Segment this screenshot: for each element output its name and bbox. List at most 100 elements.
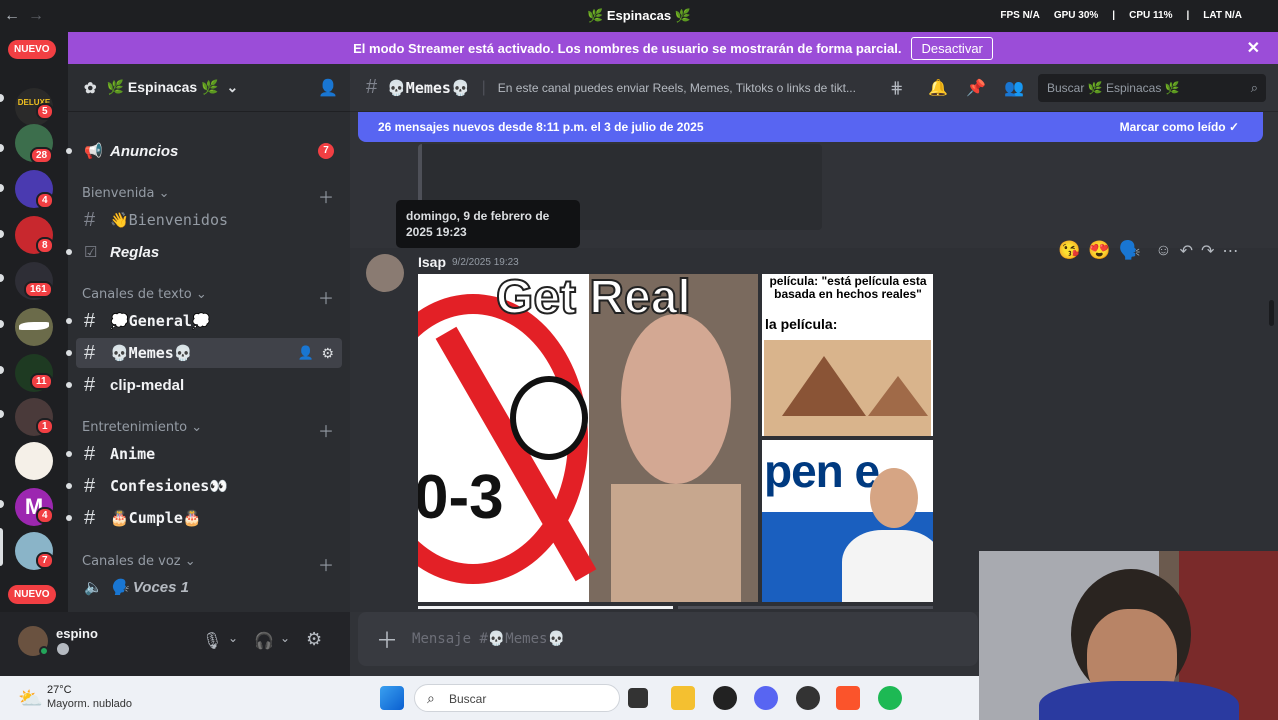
- channel-memes[interactable]: # 💀Memes💀 👤 ⚙: [66, 338, 342, 368]
- close-icon[interactable]: ✕: [1247, 38, 1260, 58]
- reaction-kiss[interactable]: 😘: [1058, 240, 1080, 261]
- category-entretenimiento[interactable]: Entretenimiento ⌄: [82, 420, 202, 435]
- channel-anime[interactable]: # Anime: [66, 439, 342, 469]
- hash-icon: #: [366, 76, 378, 98]
- app-icon[interactable]: [713, 686, 737, 710]
- custom-status-icon: [57, 643, 69, 655]
- category-voz[interactable]: Canales de voz ⌄: [82, 554, 196, 569]
- scrollbar[interactable]: [1269, 300, 1274, 326]
- reaction-heart-eyes[interactable]: 😍: [1088, 240, 1110, 261]
- spotify-icon[interactable]: [878, 686, 902, 710]
- timestamp-tooltip: domingo, 9 de febrero de 2025 19:23: [396, 200, 580, 248]
- status-online-icon: [39, 646, 49, 656]
- gpu-value: 30%: [1078, 10, 1099, 21]
- message-composer[interactable]: ＋ Mensaje #💀Memes💀: [358, 612, 978, 666]
- baby-face: [510, 376, 588, 460]
- channel-title: 💀Memes💀: [387, 78, 470, 97]
- channel-general[interactable]: # 💭General💭: [66, 306, 342, 336]
- avatar[interactable]: [366, 254, 404, 292]
- channel-label: Anuncios: [110, 142, 179, 160]
- channel-cumple[interactable]: # 🎂Cumple🎂: [66, 503, 342, 533]
- headphones-icon[interactable]: 🎧: [254, 631, 274, 651]
- man-shirt: [842, 530, 933, 602]
- channel-label: Anime: [110, 445, 156, 463]
- mark-read-label: Marcar como leído: [1119, 120, 1226, 134]
- disable-streamer-button[interactable]: Desactivar: [911, 36, 993, 60]
- threads-icon[interactable]: ⋕: [890, 78, 903, 98]
- unread-pill: [0, 366, 4, 374]
- message-author[interactable]: Isap: [418, 254, 446, 270]
- unread-pill: [0, 94, 4, 102]
- channel-topic[interactable]: En este canal puedes enviar Reels, Memes…: [498, 81, 874, 95]
- performance-overlay: FPS N/A GPU 30% | CPU 11% | LAT N/A: [1000, 10, 1242, 21]
- server-icon[interactable]: [15, 308, 53, 346]
- channel-label: Confesiones👀: [110, 477, 229, 495]
- channel-anuncios[interactable]: 📢 Anuncios 7: [66, 136, 342, 166]
- weather-icon[interactable]: ⛅: [18, 686, 43, 711]
- add-reaction-icon[interactable]: ☺: [1155, 242, 1171, 260]
- face: [621, 314, 731, 484]
- invite-icon[interactable]: 👤: [298, 345, 314, 361]
- pyramid-shape: [868, 376, 928, 416]
- window-titlebar: ← → 🌿 Espinacas 🌿 FPS N/A GPU 30% | CPU …: [0, 0, 1278, 32]
- gear-icon[interactable]: ⚙: [306, 629, 322, 650]
- divider: |: [481, 78, 486, 96]
- temperature: 27°C: [47, 684, 72, 696]
- server-badge: 1: [36, 418, 54, 435]
- chevron-down-icon[interactable]: ⌄: [280, 631, 290, 645]
- server-icon[interactable]: [15, 442, 53, 480]
- add-attachment-icon[interactable]: ＋: [376, 623, 398, 655]
- meme-caption: película: "está película esta basada en …: [769, 274, 927, 301]
- channel-voces[interactable]: 🔈 🗣️ Voces 1: [76, 572, 342, 602]
- server-badge: 161: [24, 281, 53, 298]
- channel-confesiones[interactable]: # Confesiones👀: [66, 471, 342, 501]
- server-badge: 7: [36, 552, 54, 569]
- channel-label: 💭General💭: [110, 312, 211, 330]
- unread-dot: [66, 483, 72, 489]
- new-badge: NUEVO: [8, 585, 56, 604]
- unread-dot: [66, 350, 72, 356]
- forward-icon[interactable]: ↷: [1201, 241, 1214, 261]
- message-timestamp[interactable]: 9/2/2025 19:23: [452, 257, 519, 268]
- boost-icon: ✿: [84, 79, 97, 97]
- unread-dot: [66, 515, 72, 521]
- file-explorer-icon[interactable]: [671, 686, 695, 710]
- members-icon[interactable]: 👥: [1004, 78, 1024, 98]
- app-icon[interactable]: [796, 686, 820, 710]
- reaction-speaking[interactable]: 🗣️: [1119, 240, 1141, 261]
- mark-read-button[interactable]: Marcar como leído ✓: [1120, 120, 1239, 134]
- streamer-banner-text: El modo Streamer está activado. Los nomb…: [353, 40, 902, 56]
- hash-icon: #: [84, 474, 96, 497]
- unread-dot: [66, 451, 72, 457]
- unread-pill: [0, 230, 4, 238]
- category-text[interactable]: Canales de texto ⌄: [82, 287, 207, 302]
- brave-icon[interactable]: [836, 686, 860, 710]
- category-label: Canales de voz: [82, 554, 181, 569]
- taskbar-search[interactable]: ⌕ Buscar: [414, 684, 620, 712]
- channel-bienvenidos[interactable]: # 👋Bienvenidos: [76, 205, 342, 235]
- rules-icon: ☑: [84, 244, 98, 261]
- megaphone-icon: 📢: [84, 143, 103, 160]
- microphone-icon[interactable]: 🎙: [202, 631, 222, 651]
- new-messages-bar[interactable]: 26 mensajes nuevos desde 8:11 p.m. el 3 …: [358, 112, 1263, 142]
- meme-image-left[interactable]: 0-3 Get Real: [418, 274, 758, 602]
- start-icon[interactable]: [380, 686, 404, 710]
- meme-image-right-top[interactable]: película: "está película esta basada en …: [762, 274, 933, 436]
- cpu-label: CPU: [1129, 10, 1151, 21]
- pin-icon[interactable]: 📌: [966, 78, 986, 98]
- search-input[interactable]: Buscar 🌿 Espinacas 🌿 ⌕: [1038, 74, 1266, 102]
- category-bienvenida[interactable]: Bienvenida ⌄: [82, 186, 170, 201]
- task-view-icon[interactable]: [628, 688, 648, 708]
- meme-image-right-bottom[interactable]: pen e: [762, 440, 933, 602]
- guild-header[interactable]: ✿ 🌿 Espinacas 🌿 ⌄ 👤: [68, 64, 350, 112]
- chevron-down-icon[interactable]: ⌄: [228, 631, 238, 645]
- channel-clip-medal[interactable]: # clip-medal: [66, 370, 342, 400]
- invite-people-icon[interactable]: 👤: [318, 78, 338, 98]
- gear-icon[interactable]: ⚙: [321, 345, 334, 362]
- channel-reglas[interactable]: ☑ Reglas: [66, 237, 342, 267]
- discord-icon[interactable]: [754, 686, 778, 710]
- speaker-icon: 🔈: [84, 579, 103, 596]
- bell-icon[interactable]: 🔔: [928, 78, 948, 98]
- reply-icon[interactable]: ↶: [1180, 241, 1193, 261]
- more-options-icon[interactable]: ⋯: [1222, 241, 1238, 261]
